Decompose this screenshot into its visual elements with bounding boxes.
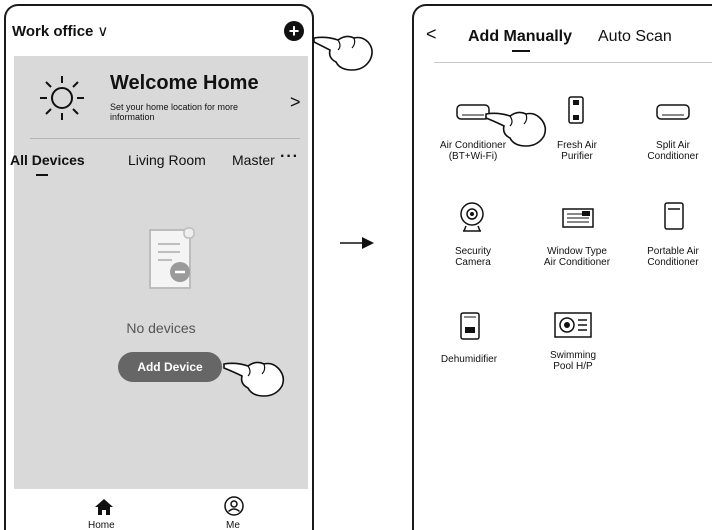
device-label: Portable Air Conditioner [628,246,712,268]
profile-icon[interactable] [224,496,244,516]
divider [30,138,300,139]
sun-icon [40,76,84,120]
back-icon[interactable]: < [426,24,437,45]
device-label-line: Split Air [656,140,690,151]
divider [434,62,712,63]
device-label: Dehumidifier [424,354,514,365]
device-label-line: Conditioner [647,151,699,162]
device-label: Swimming Pool H/P [528,350,618,372]
home-header: Work office ∨ + [6,6,312,56]
tab-master[interactable]: Master [232,152,275,168]
device-label-line: Window Type [547,246,607,257]
purifier-icon [568,96,584,124]
empty-state-text: No devices [126,320,196,336]
chevron-right-icon[interactable]: > [290,92,301,113]
add-plus-icon[interactable]: + [284,21,304,41]
pool-heat-pump-icon [554,312,592,338]
active-tab-indicator [36,174,48,176]
device-label-line: Swimming [549,350,597,361]
hand-pointer-icon [223,361,285,397]
device-label-line: Air Conditioner [543,257,611,268]
active-tab-indicator [512,50,530,52]
window-ac-icon [562,208,594,228]
tab-living-room[interactable]: Living Room [128,152,206,168]
hand-pointer-icon [313,35,373,71]
device-label-line: Conditioner [647,257,699,268]
device-label-line: Pool H/P [553,361,593,372]
nav-home-label[interactable]: Home [88,520,115,530]
home-content-panel: Welcome Home Set your home location for … [10,56,308,489]
tab-all-devices[interactable]: All Devices [10,152,85,168]
device-label-line: Camera [455,257,491,268]
device-label-line: Purifier [561,151,593,162]
hand-pointer-icon [485,111,547,147]
empty-document-icon [149,227,195,289]
welcome-subtitle: Set your home location for more informat… [110,102,239,122]
bottom-nav: Home Me [6,490,312,530]
welcome-title: Welcome Home [110,72,259,94]
home-screen: Work office ∨ + Welcome Home Set your hom… [4,4,314,530]
portable-ac-icon [664,202,684,230]
device-label-line: (BT+Wi-Fi) [448,151,498,162]
arrow-right-icon [340,237,374,249]
camera-icon [460,202,484,232]
tab-add-manually[interactable]: Add Manually [468,28,572,46]
location-label: Work office [12,23,94,40]
chevron-down-icon: ∨ [97,23,109,40]
device-label-line: Dehumidifier [440,354,498,365]
home-icon[interactable] [94,498,114,516]
more-icon[interactable]: ··· [280,148,299,166]
tab-auto-scan[interactable]: Auto Scan [598,28,672,46]
nav-me-label[interactable]: Me [226,520,240,530]
split-ac-icon [656,104,690,120]
add-device-button[interactable]: Add Device [118,352,222,382]
device-label-line: Portable Air [647,246,699,257]
device-label: Window Type Air Conditioner [532,246,622,268]
add-device-screen: < Add Manually Auto Scan Air Conditioner… [412,4,712,530]
device-label: Split Air Conditioner [628,140,712,162]
location-selector[interactable]: Work office ∨ [12,22,108,40]
device-label: Security Camera [428,246,518,268]
device-label-line: Security [454,246,492,257]
dehumidifier-icon [460,312,480,340]
